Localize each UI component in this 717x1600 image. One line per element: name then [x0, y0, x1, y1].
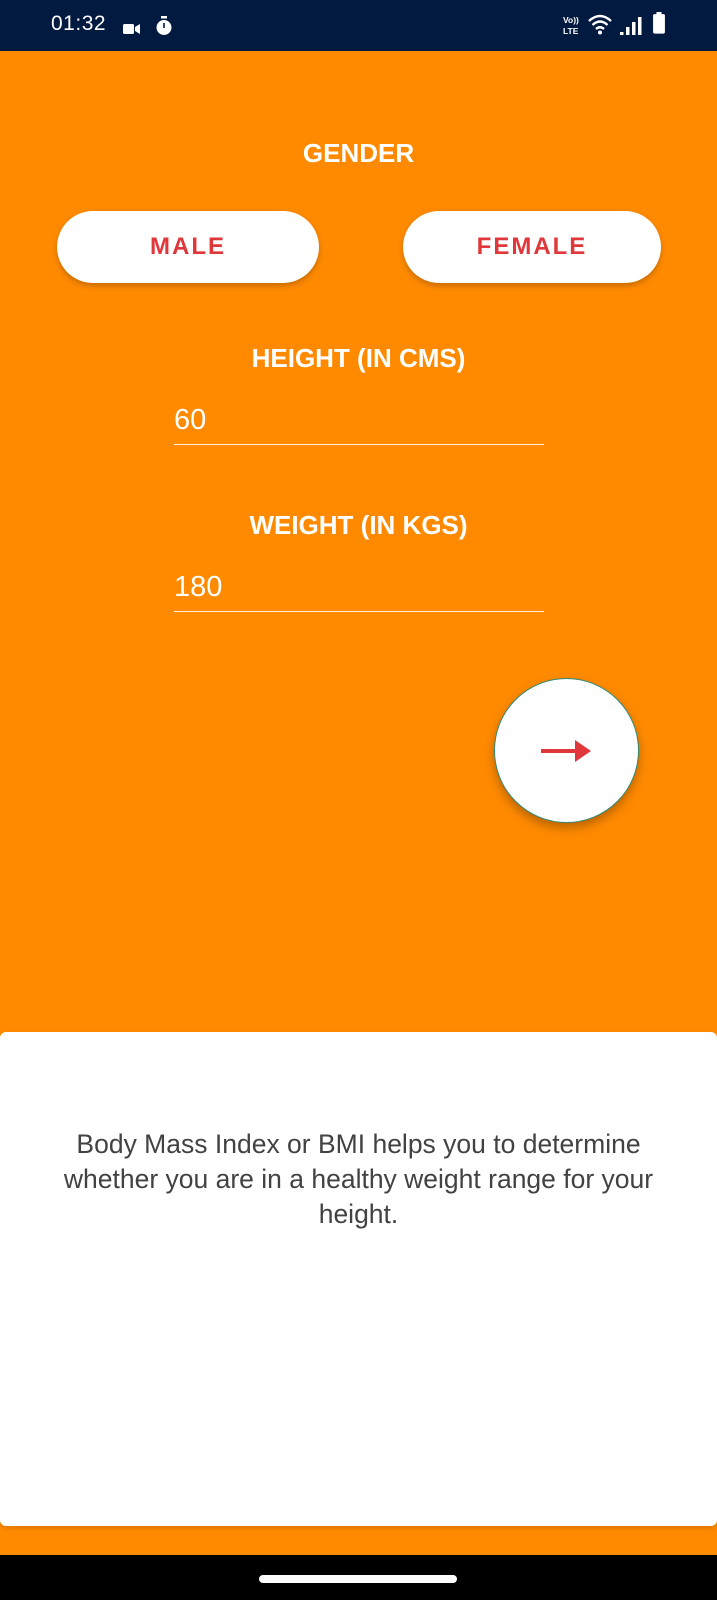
height-title: HEIGHT (IN CMS) — [251, 343, 466, 373]
bmi-description: Body Mass Index or BMI helps you to dete… — [63, 1129, 654, 1229]
weight-field — [174, 563, 544, 612]
signal-icon — [620, 17, 642, 35]
video-recording-icon — [123, 24, 140, 34]
arrow-right-icon — [540, 739, 591, 762]
female-button[interactable]: FEMALE — [403, 211, 661, 283]
height-field — [174, 396, 544, 445]
gender-title: GENDER — [302, 138, 415, 168]
weight-title: WEIGHT (IN KGS) — [249, 510, 468, 540]
status-bar: 01:32 Vo)) LTE — [0, 0, 717, 51]
svg-text:LTE: LTE — [563, 26, 579, 36]
volte-icon: Vo)) LTE — [563, 15, 579, 36]
male-button-label: MALE — [150, 233, 226, 260]
battery-icon — [653, 12, 665, 34]
wifi-icon — [588, 14, 612, 35]
status-time: 01:32 — [51, 12, 107, 35]
next-button[interactable] — [494, 678, 639, 823]
weight-input[interactable] — [174, 563, 544, 611]
height-input[interactable] — [174, 396, 544, 444]
male-button[interactable]: MALE — [57, 211, 319, 283]
info-card: Body Mass Index or BMI helps you to dete… — [0, 1032, 717, 1526]
female-button-label: FEMALE — [476, 233, 588, 260]
navigation-bar — [0, 1555, 717, 1600]
stopwatch-icon — [156, 16, 172, 35]
svg-text:Vo)): Vo)) — [563, 15, 579, 25]
home-gesture-handle[interactable] — [259, 1575, 457, 1583]
